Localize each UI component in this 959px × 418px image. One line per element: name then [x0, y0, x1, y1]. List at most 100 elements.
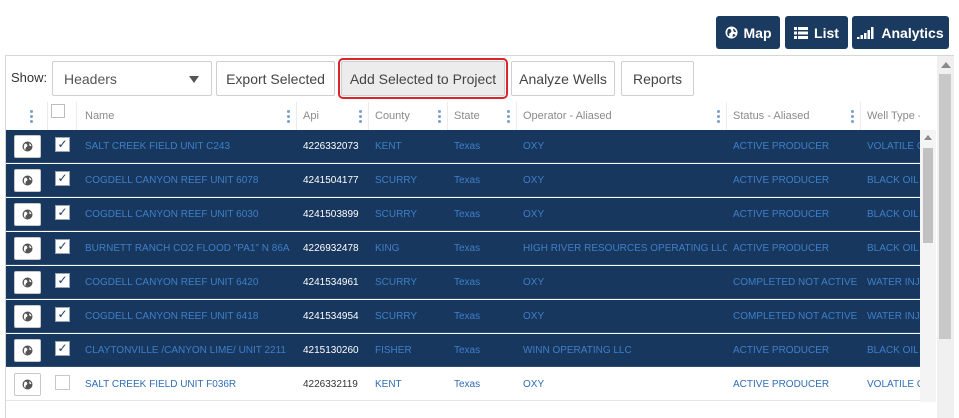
cell-name[interactable]: BURNETT RANCH CO2 FLOOD "PA1" N 86A [77, 232, 297, 265]
cell-operator: OXY [523, 311, 545, 322]
show-select[interactable]: Headers [52, 61, 212, 96]
row-map-button[interactable] [14, 169, 41, 192]
column-options-icon[interactable] [717, 110, 720, 123]
column-header-state[interactable]: State [448, 102, 517, 130]
row-checkbox[interactable]: ✓ [55, 307, 70, 322]
cell-state: Texas [454, 243, 481, 254]
table-row[interactable]: ✓ COGDELL CANYON REEF UNIT 6030 42415038… [6, 198, 920, 231]
cell-well-type: BLACK OIL [867, 175, 919, 186]
reports-label: Reports [632, 70, 683, 87]
globe-icon [22, 243, 33, 254]
cell-state: Texas [454, 175, 481, 186]
column-header-name[interactable]: Name [77, 102, 297, 130]
column-options-icon[interactable] [287, 110, 290, 123]
cell-name[interactable]: SALT CREEK FIELD UNIT F036R [77, 368, 297, 401]
table-row[interactable]: SALT CREEK FIELD UNIT F036R 4226332119 K… [6, 368, 920, 401]
row-checkbox[interactable] [55, 375, 70, 390]
scroll-up-arrow-icon[interactable] [924, 135, 932, 140]
globe-icon [22, 209, 33, 220]
reports-button[interactable]: Reports [621, 61, 694, 96]
cell-name[interactable]: CLAYTONVILLE /CANYON LIME/ UNIT 2211 [77, 334, 297, 367]
table-scrollbar[interactable] [920, 130, 936, 402]
table-row[interactable]: ✓ BURNETT RANCH CO2 FLOOD "PA1" N 86A 42… [6, 232, 920, 265]
analyze-wells-button[interactable]: Analyze Wells [511, 61, 615, 96]
globe-icon [22, 175, 33, 186]
column-options-icon[interactable] [359, 110, 362, 123]
table-row[interactable]: ✓ CLAYTONVILLE /CANYON LIME/ UNIT 2211 4… [6, 334, 920, 367]
column-header-status[interactable]: Status - Aliased [727, 102, 861, 130]
cell-name[interactable]: SALT CREEK FIELD UNIT C243 [77, 130, 297, 163]
list-view-button[interactable]: List [785, 16, 848, 49]
map-view-button[interactable]: Map [716, 16, 780, 49]
cell-county: SCURRY [375, 277, 418, 288]
column-header-well-type[interactable]: Well Type - Aliased [861, 102, 920, 130]
cell-name[interactable]: COGDELL CANYON REEF UNIT 6420 [77, 266, 297, 299]
column-options-icon[interactable] [851, 110, 854, 123]
cell-api: 4241534961 [303, 277, 359, 288]
row-map-button[interactable] [14, 237, 41, 260]
cell-well-type: WATER INJECTOR [867, 277, 920, 288]
column-header-api[interactable]: Api [297, 102, 369, 130]
bar-chart-icon [857, 26, 875, 39]
cell-status: ACTIVE PRODUCER [733, 345, 830, 356]
column-menu-icon[interactable] [30, 110, 33, 123]
list-view-label: List [814, 24, 839, 41]
row-map-button[interactable] [14, 373, 41, 396]
table-row[interactable]: ✓ SALT CREEK FIELD UNIT C243 4226332073 … [6, 130, 920, 163]
table-row[interactable]: ✓ COGDELL CANYON REEF UNIT 6418 42415349… [6, 300, 920, 333]
row-map-button[interactable] [14, 339, 41, 362]
cell-state: Texas [454, 379, 481, 390]
row-checkbox[interactable]: ✓ [55, 137, 70, 152]
add-selected-to-project-label: Add Selected to Project [349, 70, 497, 87]
cell-county: SCURRY [375, 175, 418, 186]
cell-operator: OXY [523, 277, 545, 288]
scrollbar-thumb[interactable] [923, 148, 933, 243]
scrollbar-thumb[interactable] [939, 74, 951, 339]
row-checkbox[interactable]: ✓ [55, 341, 70, 356]
export-selected-button[interactable]: Export Selected [216, 61, 335, 96]
cell-county: KING [375, 243, 400, 254]
row-checkbox[interactable]: ✓ [55, 273, 70, 288]
row-checkbox[interactable]: ✓ [55, 205, 70, 220]
column-header-operator[interactable]: Operator - Aliased [517, 102, 727, 130]
globe-icon [725, 26, 738, 39]
column-header-county[interactable]: County [369, 102, 448, 130]
page-scrollbar[interactable] [937, 56, 954, 418]
add-selected-to-project-button[interactable]: Add Selected to Project [338, 58, 508, 99]
row-checkbox[interactable]: ✓ [55, 239, 70, 254]
column-options-icon[interactable] [507, 110, 510, 123]
row-map-button[interactable] [14, 271, 41, 294]
cell-status: ACTIVE PRODUCER [733, 379, 830, 390]
cell-name[interactable]: COGDELL CANYON REEF UNIT 6030 [77, 198, 297, 231]
row-map-button[interactable] [14, 135, 41, 158]
cell-well-type: BLACK OIL [867, 345, 919, 356]
cell-county: SCURRY [375, 209, 418, 220]
cell-status: COMPLETED NOT ACTIVE [733, 277, 858, 288]
cell-api: 4226332119 [303, 379, 358, 390]
cell-state: Texas [454, 345, 481, 356]
column-menu-column[interactable] [6, 102, 48, 130]
cell-name[interactable]: COGDELL CANYON REEF UNIT 6418 [77, 300, 297, 333]
select-all-checkbox[interactable] [51, 104, 65, 118]
scroll-up-arrow-icon[interactable] [941, 62, 951, 68]
table-row[interactable]: ✓ COGDELL CANYON REEF UNIT 6078 42415041… [6, 164, 920, 197]
export-selected-label: Export Selected [226, 70, 325, 87]
table-row[interactable]: ✓ COGDELL CANYON REEF UNIT 6420 42415349… [6, 266, 920, 299]
row-map-button[interactable] [14, 305, 41, 328]
cell-status: COMPLETED NOT ACTIVE [733, 311, 858, 322]
cell-status: ACTIVE PRODUCER [733, 243, 830, 254]
show-label: Show: [11, 70, 48, 85]
column-options-icon[interactable] [438, 110, 441, 123]
table-header: Name Api County State Operator - Aliased… [6, 102, 920, 131]
cell-county: KENT [375, 379, 402, 390]
cell-state: Texas [454, 311, 481, 322]
cell-status: ACTIVE PRODUCER [733, 175, 830, 186]
analytics-view-button[interactable]: Analytics [852, 16, 949, 49]
cell-name[interactable]: COGDELL CANYON REEF UNIT 6078 [77, 164, 297, 197]
row-map-button[interactable] [14, 203, 41, 226]
globe-icon [22, 379, 33, 390]
cell-operator: OXY [523, 175, 545, 186]
row-checkbox[interactable]: ✓ [55, 171, 70, 186]
globe-icon [22, 141, 33, 152]
cell-operator: OXY [523, 209, 545, 220]
